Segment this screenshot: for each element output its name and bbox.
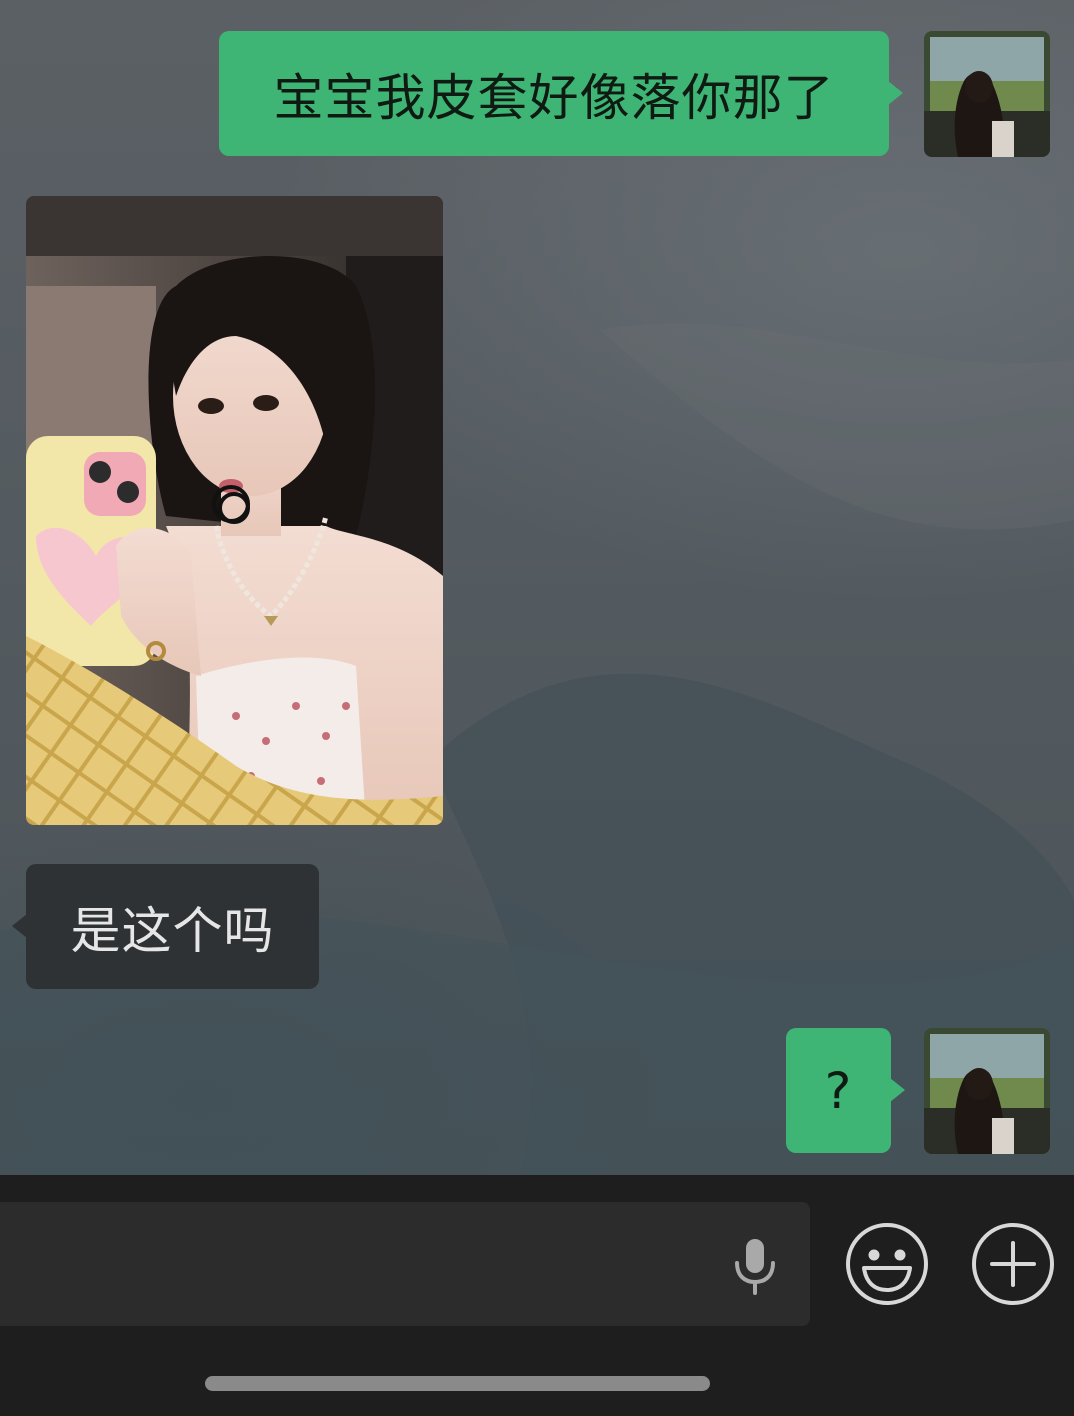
incoming-message-bubble[interactable]: 是这个吗 [12, 864, 319, 989]
home-indicator[interactable] [205, 1376, 710, 1391]
incoming-photo-message[interactable] [26, 196, 443, 825]
outgoing-message-bubble[interactable]: 宝宝我皮套好像落你那了 [219, 31, 903, 156]
my-avatar[interactable] [924, 31, 1050, 157]
outgoing-message-bubble[interactable]: ? [786, 1028, 905, 1153]
plus-icon[interactable] [970, 1221, 1056, 1307]
message-text: 是这个吗 [70, 901, 275, 960]
message-input[interactable] [0, 1202, 810, 1326]
message-text: 宝宝我皮套好像落你那了 [273, 68, 835, 127]
message-text: ? [824, 1061, 853, 1120]
emoji-icon[interactable] [844, 1221, 930, 1307]
my-avatar[interactable] [924, 1028, 1050, 1154]
microphone-icon[interactable] [730, 1236, 780, 1296]
